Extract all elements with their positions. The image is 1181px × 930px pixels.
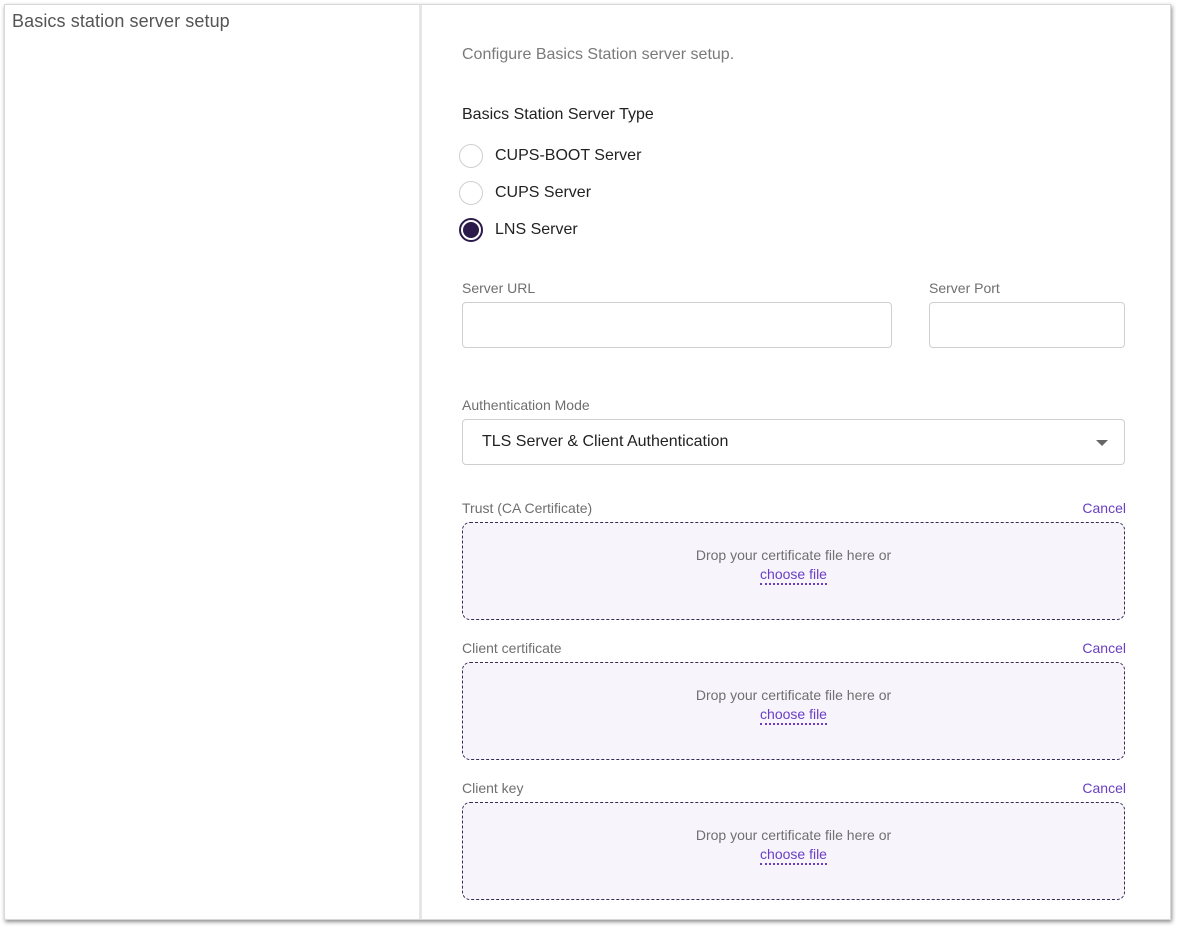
trust-ca-cancel-link[interactable]: Cancel — [1082, 500, 1126, 516]
trust-ca-dropzone[interactable]: Drop your certificate file here or choos… — [462, 522, 1125, 620]
choose-file-wrapper: choose file — [463, 566, 1124, 585]
dropzone-text: Drop your certificate file here or — [695, 827, 892, 843]
section-sidebar: Basics station server setup — [5, 5, 422, 919]
choose-file-link[interactable]: choose file — [760, 706, 827, 725]
radio-label: CUPS-BOOT Server — [495, 147, 642, 164]
radio-circle[interactable] — [459, 181, 483, 205]
choose-file-link[interactable]: choose file — [760, 846, 827, 865]
choose-file-wrapper: choose file — [463, 846, 1124, 865]
client-key-dropzone[interactable]: Drop your certificate file here or choos… — [462, 802, 1125, 900]
server-url-label: Server URL — [462, 280, 536, 296]
settings-panel: Basics station server setup Configure Ba… — [4, 4, 1171, 920]
client-certificate-dropzone[interactable]: Drop your certificate file here or choos… — [462, 662, 1125, 760]
server-url-input[interactable] — [462, 302, 892, 348]
radio-label: CUPS Server — [495, 184, 592, 201]
auth-mode-label: Authentication Mode — [462, 397, 590, 413]
server-type-label: Basics Station Server Type — [462, 106, 654, 123]
radio-label: LNS Server — [495, 221, 578, 238]
auth-mode-value: TLS Server & Client Authentication — [482, 433, 729, 450]
radio-circle-selected[interactable] — [459, 218, 483, 242]
radio-cups-server[interactable]: CUPS Server — [459, 179, 591, 207]
radio-cups-boot-server[interactable]: CUPS-BOOT Server — [459, 142, 641, 170]
dropzone-text: Drop your certificate file here or — [695, 687, 892, 703]
server-setup-form: Configure Basics Station server setup. B… — [459, 5, 1126, 919]
choose-file-wrapper: choose file — [463, 706, 1124, 725]
chevron-down-icon[interactable] — [1096, 440, 1108, 446]
client-certificate-cancel-link[interactable]: Cancel — [1082, 640, 1126, 656]
radio-selected-dot — [463, 222, 479, 238]
trust-ca-label: Trust (CA Certificate) — [462, 500, 593, 516]
auth-mode-select[interactable]: TLS Server & Client Authentication — [462, 419, 1125, 465]
server-port-label: Server Port — [929, 280, 1000, 296]
section-title: Basics station server setup — [12, 11, 230, 31]
radio-lns-server[interactable]: LNS Server — [459, 216, 578, 244]
server-port-input[interactable] — [929, 302, 1125, 348]
choose-file-link[interactable]: choose file — [760, 566, 827, 585]
form-description: Configure Basics Station server setup. — [462, 46, 735, 63]
dropzone-text: Drop your certificate file here or — [695, 547, 892, 563]
client-certificate-label: Client certificate — [462, 640, 562, 656]
radio-circle[interactable] — [459, 144, 483, 168]
client-key-label: Client key — [462, 780, 524, 796]
client-key-cancel-link[interactable]: Cancel — [1082, 780, 1126, 796]
